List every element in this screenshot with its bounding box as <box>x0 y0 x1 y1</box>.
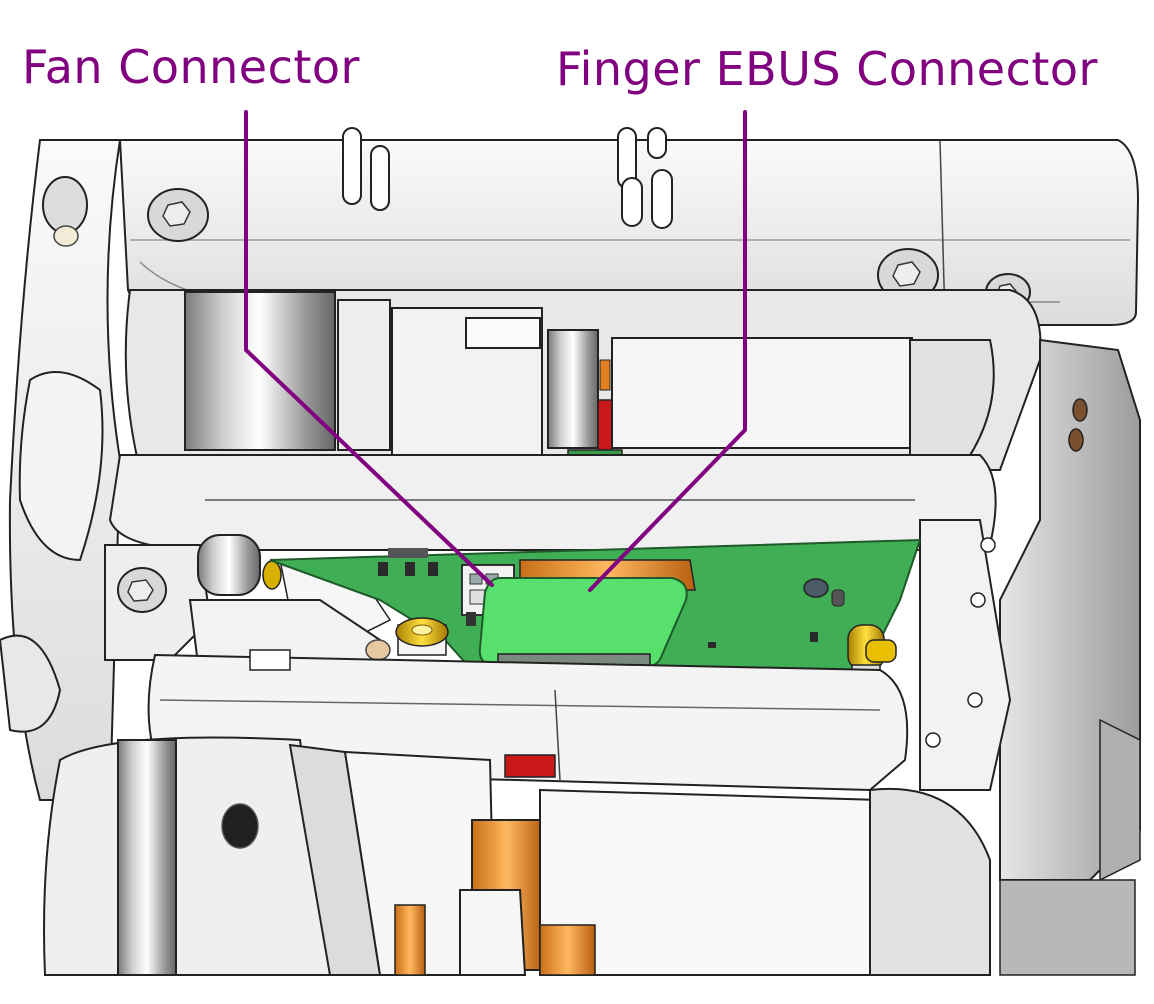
gold-standoff <box>395 617 449 656</box>
ebus-connector-icon <box>478 577 688 670</box>
hex-screw-icon <box>147 188 209 242</box>
fan-connector-label: Fan Connector <box>22 40 360 94</box>
robot-hand-render <box>0 110 1141 976</box>
left-side-plate <box>0 139 122 801</box>
diagram-stage: Fan Connector Finger EBUS Connector <box>0 0 1154 1000</box>
hex-screw-icon <box>117 567 167 613</box>
finger-ebus-connector-label: Finger EBUS Connector <box>556 42 1098 96</box>
